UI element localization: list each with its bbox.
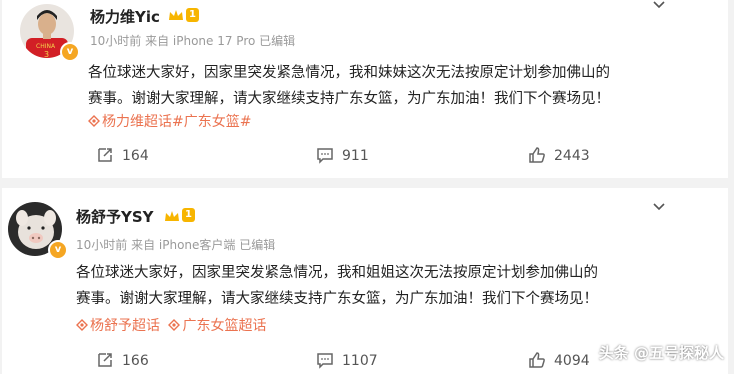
post-meta: 10小时前 来自 iPhone 17 Pro 已编辑 <box>90 34 296 48</box>
comment-icon <box>317 148 333 164</box>
verified-badge-icon: v <box>60 42 80 62</box>
topic-tag[interactable]: 杨舒予超话 <box>76 316 160 336</box>
comment-button[interactable]: 1107 <box>316 350 378 372</box>
crown-icon <box>165 211 179 221</box>
repost-button[interactable]: 164 <box>96 145 149 167</box>
action-bar: 164 911 2443 <box>2 145 728 171</box>
repost-button[interactable]: 166 <box>96 350 149 372</box>
topic-tag-label: 杨舒予超话 <box>90 318 160 334</box>
topic-tag-label: 杨力维超话 <box>102 114 172 130</box>
topic-tags: 杨舒予超话 广东女篮超话 <box>76 316 266 336</box>
chevron-down-icon[interactable] <box>652 0 666 12</box>
post-body-line: 赛事。谢谢大家理解，请大家继续支持广东女篮，为广东加油！我们下个赛场见！ <box>88 91 610 107</box>
like-icon <box>529 147 545 163</box>
post-body-line: 各位球迷大家好，因家里突发紧急情况，我和姐姐这次无法按原定计划参加佛山的 <box>76 265 598 281</box>
crown-icon <box>169 10 183 20</box>
comment-count: 911 <box>342 148 369 164</box>
post-body: 各位球迷大家好，因家里突发紧急情况，我和姐姐这次无法按原定计划参加佛山的 赛事。… <box>76 260 598 312</box>
like-count: 2443 <box>554 148 590 164</box>
verified-badge-icon: v <box>48 240 68 260</box>
level-badge: 1 <box>186 8 199 22</box>
like-button[interactable]: 2443 <box>528 145 590 167</box>
repost-icon <box>98 353 112 367</box>
post-meta: 10小时前 来自 iPhone客户端 已编辑 <box>76 238 276 252</box>
username[interactable]: 杨力维Yic <box>90 6 160 27</box>
like-icon <box>529 352 545 368</box>
topic-tag[interactable]: 杨力维超话 <box>88 112 172 132</box>
weibo-feed: CHINA 3 v 杨力维Yic 1 10小时前 来自 iPhone 17 Pr… <box>0 0 734 374</box>
comment-icon <box>317 353 333 369</box>
repost-count: 164 <box>122 148 149 164</box>
supertopic-icon <box>168 319 181 331</box>
topic-tag[interactable]: 广东女篮超话 <box>168 316 266 336</box>
post-body-line: 赛事。谢谢大家理解，请大家继续支持广东女篮，为广东加油！我们下个赛场见！ <box>76 291 598 307</box>
like-button[interactable]: 4094 <box>528 350 590 372</box>
like-count: 4094 <box>554 353 590 369</box>
level-badge: 1 <box>182 208 195 222</box>
svg-text:3: 3 <box>44 50 49 58</box>
comment-count: 1107 <box>342 353 378 369</box>
supertopic-icon <box>88 115 100 127</box>
topic-tags: 杨力维超话 #广东女篮# <box>88 112 251 132</box>
username[interactable]: 杨舒予YSY <box>76 206 154 227</box>
chevron-down-icon[interactable] <box>652 200 666 214</box>
comment-button[interactable]: 911 <box>316 145 369 167</box>
topic-tag-label: 广东女篮超话 <box>182 318 267 334</box>
watermark: 头条 @五号探秘人 <box>598 344 724 362</box>
post-body-line: 各位球迷大家好，因家里突发紧急情况，我和妹妹这次无法按原定计划参加佛山的 <box>88 65 610 81</box>
topic-tag[interactable]: #广东女篮# <box>172 112 251 132</box>
supertopic-icon <box>76 319 88 331</box>
repost-icon <box>98 148 112 162</box>
repost-count: 166 <box>122 353 149 369</box>
post-body: 各位球迷大家好，因家里突发紧急情况，我和妹妹这次无法按原定计划参加佛山的 赛事。… <box>88 60 610 112</box>
post-card[interactable]: CHINA 3 v 杨力维Yic 1 10小时前 来自 iPhone 17 Pr… <box>2 0 728 178</box>
svg-text:CHINA: CHINA <box>36 43 56 50</box>
